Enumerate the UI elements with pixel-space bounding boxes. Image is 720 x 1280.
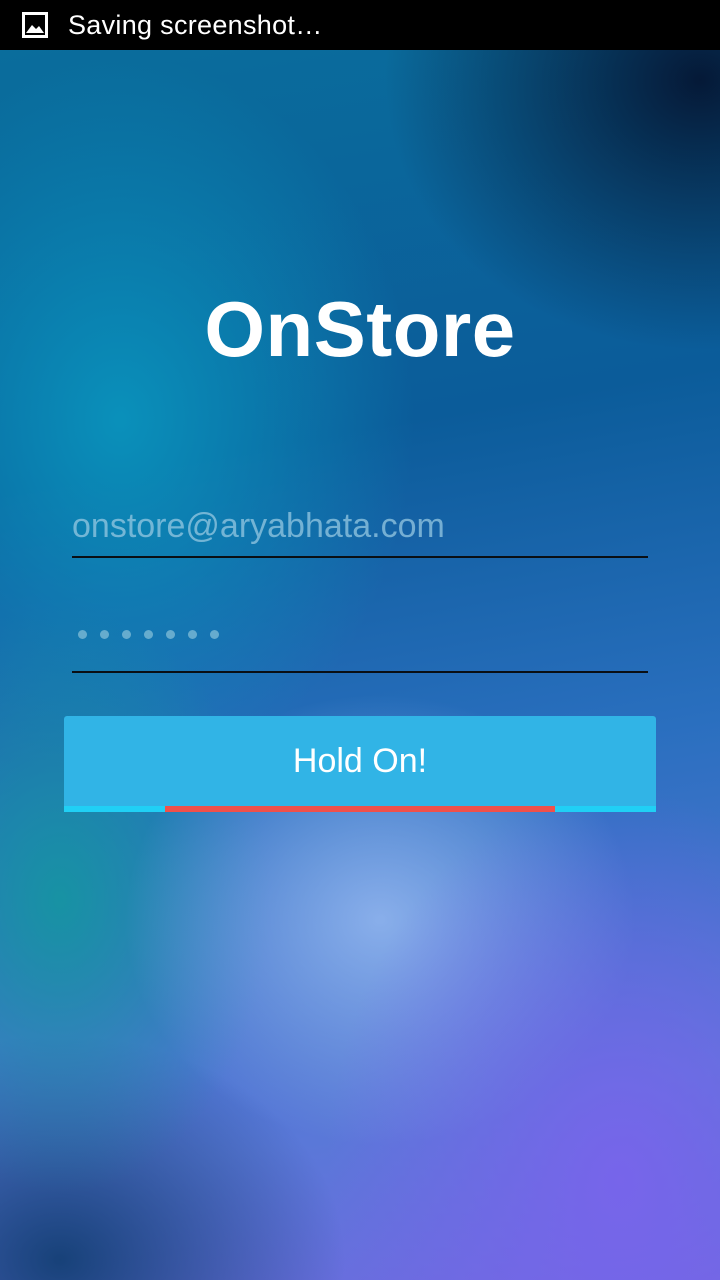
password-dot	[122, 630, 131, 639]
notification-text: Saving screenshot…	[68, 9, 323, 40]
submit-button[interactable]: Hold On!	[64, 716, 656, 806]
password-field-container	[72, 612, 648, 673]
password-mask	[78, 630, 219, 639]
email-field-container	[72, 496, 648, 558]
email-input[interactable]	[72, 496, 648, 556]
password-dot	[100, 630, 109, 639]
progress-bar	[64, 806, 656, 812]
password-dot	[210, 630, 219, 639]
progress-indicator	[165, 806, 555, 812]
login-screen: Saving screenshot… OnStore Hold On!	[0, 0, 720, 1280]
image-icon	[22, 12, 48, 38]
password-dot	[188, 630, 197, 639]
password-dot	[144, 630, 153, 639]
password-dot	[166, 630, 175, 639]
app-title: OnStore	[204, 285, 516, 373]
password-dot	[78, 630, 87, 639]
status-bar: Saving screenshot…	[0, 0, 720, 50]
password-input[interactable]	[72, 612, 648, 671]
